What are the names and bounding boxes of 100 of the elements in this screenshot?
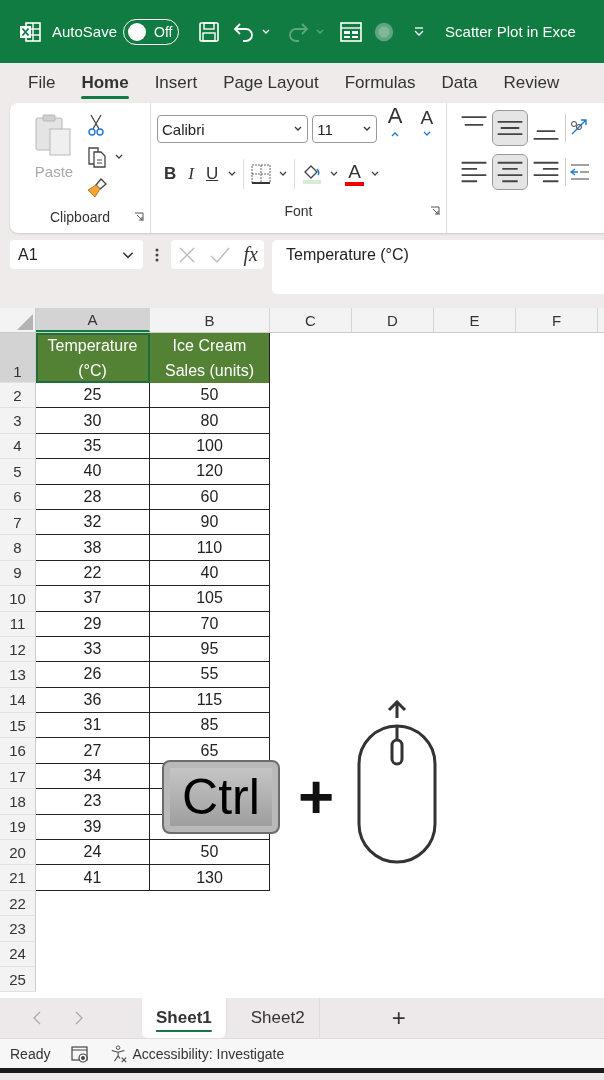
underline-button[interactable]: U [202, 164, 222, 184]
form-icon[interactable] [339, 19, 364, 44]
row-header[interactable]: 7 [0, 509, 36, 536]
new-sheet-button[interactable]: + [385, 1003, 412, 1033]
table-cell: 50 [200, 386, 219, 405]
dialog-launcher-icon[interactable] [430, 206, 440, 216]
table-cell: 38 [83, 538, 102, 557]
align-button[interactable] [493, 111, 527, 145]
row-header[interactable]: 12 [0, 636, 36, 663]
table-cell: 40 [83, 462, 102, 481]
row-header[interactable]: 4 [0, 433, 36, 460]
column-header[interactable]: A [36, 308, 150, 332]
row-header[interactable]: 23 [0, 916, 36, 942]
menu-tab[interactable]: File [16, 67, 68, 99]
column-header[interactable]: F [516, 308, 598, 332]
grow-font-button[interactable]: A [380, 103, 410, 155]
table-cell: 39 [83, 817, 102, 836]
row-header[interactable]: 24 [0, 941, 36, 967]
font-name-dropdown[interactable]: Calibri [156, 115, 309, 143]
table-cell: 50 [200, 843, 219, 862]
accessibility-button[interactable]: Accessibility: Investigate [110, 1044, 285, 1063]
sheet-tab[interactable]: Sheet1 [142, 998, 227, 1038]
name-box[interactable]: A1 [10, 240, 143, 269]
row-header[interactable]: 9 [0, 560, 36, 587]
column-header[interactable]: D [352, 308, 434, 332]
table-cell: 25 [83, 386, 102, 405]
table-cell: 27 [83, 741, 102, 760]
plus-sign: + [298, 761, 335, 833]
menu-tab[interactable]: Insert [142, 67, 210, 99]
menu-tab[interactable]: Data [429, 67, 490, 99]
row-header[interactable]: 11 [0, 611, 36, 637]
row-header[interactable]: 6 [0, 484, 36, 510]
row-header[interactable]: 8 [0, 535, 36, 561]
table-cell: 90 [200, 513, 219, 532]
menu-tab[interactable]: Formulas [332, 67, 428, 99]
caret-up-icon [391, 131, 400, 137]
table-cell: 55 [200, 665, 219, 684]
table-cell: 34 [83, 767, 102, 786]
row-header[interactable]: 3 [0, 408, 36, 434]
row-header[interactable]: 14 [0, 687, 36, 714]
spreadsheet-app-icon [18, 19, 42, 44]
save-icon[interactable] [197, 19, 222, 44]
table-cell: 110 [196, 538, 223, 557]
copy-icon[interactable] [86, 145, 108, 169]
menu-tab[interactable]: Page Layout [211, 67, 331, 99]
italic-button[interactable]: I [185, 164, 197, 184]
macro-recording-icon[interactable] [70, 1043, 91, 1064]
table-cell: 100 [196, 436, 223, 455]
column-header[interactable]: B [150, 308, 270, 332]
customize-icon[interactable] [413, 25, 426, 38]
formula-field[interactable]: Temperature (°C) [272, 240, 604, 294]
autosave-label: AutoSave [52, 23, 118, 40]
fill-bucket-icon[interactable] [301, 163, 324, 185]
row-header[interactable]: 5 [0, 459, 36, 485]
row-header[interactable]: 13 [0, 662, 36, 688]
menu-tab[interactable]: Home [69, 67, 141, 99]
font-size-dropdown[interactable]: 11 [312, 115, 377, 143]
table-cell: 70 [200, 614, 219, 633]
row-header[interactable]: 21 [0, 865, 36, 891]
table-cell: 36 [83, 690, 102, 709]
row-header[interactable]: 10 [0, 586, 36, 612]
row-header[interactable]: 20 [0, 840, 36, 866]
corner-triangle-icon [15, 312, 35, 332]
table-cell: 115 [196, 690, 223, 709]
bold-button[interactable]: B [160, 164, 180, 184]
table-cell: 32 [83, 513, 102, 532]
row-header[interactable]: 19 [0, 814, 36, 841]
scissors-icon[interactable] [86, 113, 106, 137]
table-cell: 85 [200, 716, 219, 735]
mouse-scroll-icon [357, 700, 437, 864]
table-cell: 130 [196, 868, 223, 887]
table-cell-text: Ice Cream Sales (units) [164, 336, 255, 381]
row-header[interactable]: 1 [0, 333, 36, 383]
column-header[interactable]: C [270, 308, 352, 332]
font-color-button[interactable]: A [345, 162, 364, 186]
table-cell-text: Temperature (°C) [46, 336, 139, 381]
ctrl-key: Ctrl [162, 760, 280, 834]
insert-function-button[interactable]: fx [243, 243, 258, 266]
paintbrush-icon[interactable] [86, 177, 108, 199]
group-label: Font [284, 203, 313, 219]
row-header[interactable]: 22 [0, 890, 36, 917]
row-header[interactable]: 16 [0, 738, 36, 764]
column-header[interactable]: E [434, 308, 516, 332]
align-button[interactable] [493, 155, 527, 189]
more-icon[interactable] [155, 247, 159, 263]
group-label: Clipboard [50, 209, 110, 225]
borders-icon[interactable] [250, 163, 273, 185]
row-header[interactable]: 18 [0, 789, 36, 815]
table-cell: 23 [83, 792, 102, 811]
row-header[interactable]: 2 [0, 383, 36, 409]
shrink-font-button[interactable]: A [413, 107, 440, 151]
row-header[interactable]: 15 [0, 713, 36, 739]
row-header[interactable]: 25 [0, 967, 36, 993]
menu-tab[interactable]: Review [491, 67, 572, 99]
table-cell: 40 [200, 563, 219, 582]
dialog-launcher-icon[interactable] [133, 212, 144, 222]
row-header[interactable]: 17 [0, 763, 36, 790]
document-title: Scatter Plot in Exce [445, 23, 576, 40]
table-cell: 31 [83, 716, 102, 735]
table-cell: 80 [200, 411, 219, 430]
